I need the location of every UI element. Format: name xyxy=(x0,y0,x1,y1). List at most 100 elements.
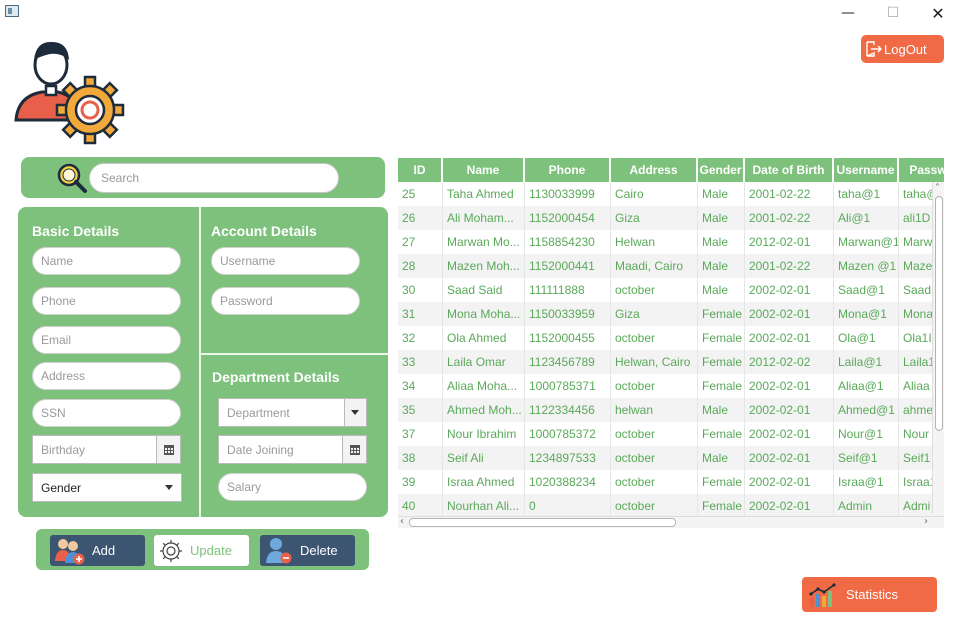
column-header[interactable]: Passw xyxy=(899,158,944,182)
remove-user-icon xyxy=(266,537,292,563)
table-row[interactable]: 31 Mona Moha... 1150033959 Giza Female 2002-0… xyxy=(398,302,944,326)
table-cell: 1020388234 xyxy=(525,470,611,494)
table-row[interactable]: 25 Taha Ahmed 1130033999 Cairo Male 2001-02-2… xyxy=(398,182,944,206)
table-row[interactable]: 35 Ahmed Moh... 1122334456 helwan Male 2002-0… xyxy=(398,398,944,422)
add-user-icon xyxy=(55,538,85,564)
admin-settings-logo-icon xyxy=(14,41,125,145)
table-row[interactable]: 28 Mazen Moh... 1152000441 Maadi, Cairo Male… xyxy=(398,254,944,278)
column-header[interactable]: Username xyxy=(834,158,899,182)
table-cell: Ahmed Moh... xyxy=(443,398,525,422)
horizontal-scroll-thumb[interactable] xyxy=(409,518,676,527)
table-cell: 35 xyxy=(398,398,443,422)
date-joining-placeholder: Date Joining xyxy=(227,442,294,457)
table-cell: Cairo xyxy=(611,182,698,206)
table-cell: october xyxy=(611,374,698,398)
column-header[interactable]: Address xyxy=(611,158,698,182)
table-vertical-scrollbar[interactable]: ˄ xyxy=(932,182,944,514)
table-row[interactable]: 34 Aliaa Moha... 1000785371 october Female 20… xyxy=(398,374,944,398)
table-body: 25 Taha Ahmed 1130033999 Cairo Male 2001-02-2… xyxy=(398,182,944,518)
table-cell: Female xyxy=(698,302,745,326)
statistics-button[interactable]: Statistics xyxy=(802,577,937,612)
table-row[interactable]: 30 Saad Said 111111888 october Male 2002-02-0… xyxy=(398,278,944,302)
email-field[interactable]: Email xyxy=(32,326,181,354)
table-cell: 38 xyxy=(398,446,443,470)
date-joining-calendar-button[interactable] xyxy=(342,436,366,463)
table-cell: Male xyxy=(698,254,745,278)
department-dropdown-button[interactable] xyxy=(344,399,366,426)
table-cell: Mona@1 xyxy=(834,302,899,326)
panel-divider-horizontal xyxy=(201,353,388,355)
minimize-button[interactable]: — xyxy=(825,0,871,26)
department-select[interactable]: Department xyxy=(218,398,367,427)
update-button[interactable]: Update xyxy=(154,535,249,566)
table-cell: 1123456789 xyxy=(525,350,611,374)
table-cell: Giza xyxy=(611,302,698,326)
table-cell: Nourhan Ali... xyxy=(443,494,525,518)
scroll-up-icon[interactable]: ˄ xyxy=(935,184,940,194)
table-row[interactable]: 37 Nour Ibrahim 1000785372 october Female 200… xyxy=(398,422,944,446)
phone-field[interactable]: Phone xyxy=(32,287,181,315)
table-cell: 26 xyxy=(398,206,443,230)
table-cell: Male xyxy=(698,182,745,206)
table-row[interactable]: 27 Marwan Mo... 1158854230 Helwan Male 2012-0… xyxy=(398,230,944,254)
gender-select[interactable]: Gender xyxy=(32,473,182,502)
table-cell: Female xyxy=(698,350,745,374)
birthday-calendar-button[interactable] xyxy=(156,436,180,463)
scroll-left-icon[interactable]: ‹ xyxy=(400,517,404,527)
search-input[interactable]: Search xyxy=(89,163,339,193)
table-cell: helwan xyxy=(611,398,698,422)
username-field[interactable]: Username xyxy=(211,247,360,275)
logout-button[interactable]: LogOut xyxy=(861,35,944,63)
table-cell: Aliaa@1 xyxy=(834,374,899,398)
table-cell: Ola@1 xyxy=(834,326,899,350)
column-header[interactable]: Date of Birth xyxy=(745,158,834,182)
table-cell: 40 xyxy=(398,494,443,518)
table-cell: Female xyxy=(698,326,745,350)
table-horizontal-scrollbar[interactable]: ‹ › xyxy=(398,516,944,528)
column-header[interactable]: ID xyxy=(398,158,443,182)
statistics-label: Statistics xyxy=(846,587,899,602)
table-cell: 111111888 xyxy=(525,278,611,302)
maximize-button[interactable]: ☐ xyxy=(870,0,916,26)
table-row[interactable]: 40 Nourhan Ali... 0 october Female 2002-02-01… xyxy=(398,494,944,518)
chevron-down-icon xyxy=(351,410,359,415)
close-button[interactable]: ✕ xyxy=(915,0,961,26)
table-cell: Giza xyxy=(611,206,698,230)
delete-button[interactable]: Delete xyxy=(260,535,355,566)
table-row[interactable]: 32 Ola Ahmed 1152000455 october Female 2002-0… xyxy=(398,326,944,350)
add-label: Add xyxy=(92,543,116,558)
table-cell: 1152000455 xyxy=(525,326,611,350)
date-joining-picker[interactable]: Date Joining xyxy=(218,435,367,464)
table-cell: Female xyxy=(698,422,745,446)
table-row[interactable]: 26 Ali Moham... 1152000454 Giza Male 2001-02-… xyxy=(398,206,944,230)
employees-table: ID Name Phone Address Gender Date of Birth Use… xyxy=(398,158,944,530)
scroll-right-icon[interactable]: › xyxy=(924,517,928,527)
table-row[interactable]: 39 Israa Ahmed 1020388234 october Female 2002… xyxy=(398,470,944,494)
table-cell: Seif Ali xyxy=(443,446,525,470)
ssn-field[interactable]: SSN xyxy=(32,399,181,427)
chart-icon xyxy=(809,582,836,607)
table-cell: 25 xyxy=(398,182,443,206)
table-cell: Female xyxy=(698,374,745,398)
address-field[interactable]: Address xyxy=(32,362,181,390)
table-cell: 28 xyxy=(398,254,443,278)
table-cell: october xyxy=(611,422,698,446)
column-header[interactable]: Name xyxy=(443,158,525,182)
search-bar: Search xyxy=(21,157,385,198)
table-cell: october xyxy=(611,326,698,350)
column-header[interactable]: Gender xyxy=(698,158,745,182)
table-cell: Saad@1 xyxy=(834,278,899,302)
birthday-picker[interactable]: Birthday xyxy=(32,435,181,464)
column-header[interactable]: Phone xyxy=(525,158,611,182)
table-cell: Saad Said xyxy=(443,278,525,302)
table-cell: Female xyxy=(698,494,745,518)
table-row[interactable]: 33 Laila Omar 1123456789 Helwan, Cairo Femal… xyxy=(398,350,944,374)
title-bar: — ☐ ✕ xyxy=(0,0,963,26)
name-field[interactable]: Name xyxy=(32,247,181,275)
add-button[interactable]: Add xyxy=(50,535,145,566)
table-row[interactable]: 38 Seif Ali 1234897533 october Male 2002-02-0… xyxy=(398,446,944,470)
table-cell: 27 xyxy=(398,230,443,254)
vertical-scroll-thumb[interactable] xyxy=(935,196,943,431)
password-field[interactable]: Password xyxy=(211,287,360,315)
salary-field[interactable]: Salary xyxy=(218,473,367,501)
